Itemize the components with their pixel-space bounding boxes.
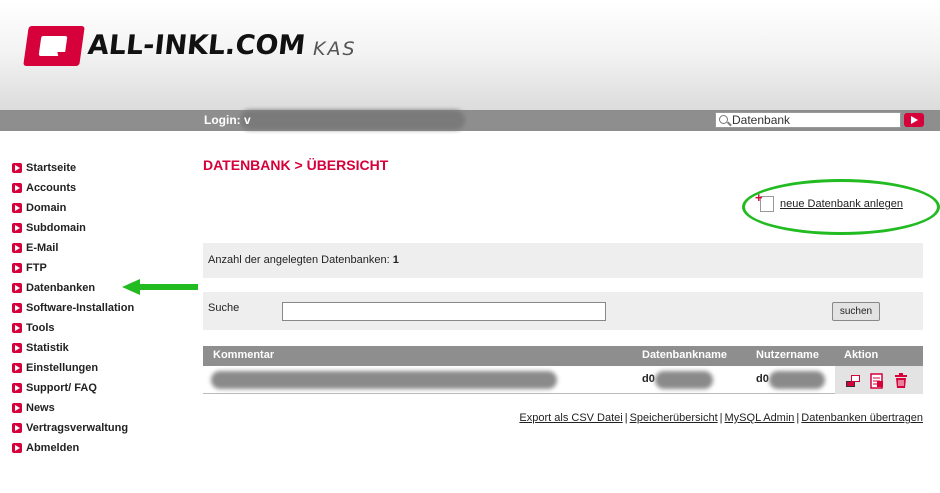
arrow-right-icon [12, 343, 22, 353]
phpmyadmin-icon[interactable] [845, 373, 861, 389]
column-header-aktion: Aktion [844, 349, 879, 361]
table-header: Kommentar Datenbankname Nutzername Aktio… [203, 346, 923, 366]
user-name: d0 [756, 373, 769, 385]
sidebar-item-abmelden[interactable]: Abmelden [12, 438, 192, 458]
arrow-right-icon [12, 443, 22, 453]
arrow-right-icon [12, 363, 22, 373]
sidebar-item-startseite[interactable]: Startseite [12, 158, 192, 178]
sidebar-item-label: Accounts [26, 182, 77, 194]
logo-text: ALL-INKL.COM [86, 30, 307, 61]
sidebar-item-label: Domain [26, 202, 67, 214]
database-count-label: Anzahl der angelegten Datenbanken: [208, 254, 390, 266]
database-count-panel: Anzahl der angelegten Datenbanken: 1 [203, 243, 923, 278]
mysql-admin-link[interactable]: MySQL Admin [725, 412, 795, 424]
sidebar-item-domain[interactable]: Domain [12, 198, 192, 218]
sidebar-item-label: Statistik [26, 342, 69, 354]
header: ALL-INKL.COM KAS [0, 0, 940, 110]
sidebar-item-label: Subdomain [26, 222, 86, 234]
sidebar-item-label: E-Mail [26, 242, 59, 254]
sidebar-item-support-faq[interactable]: Support/ FAQ [12, 378, 192, 398]
arrow-right-icon [12, 423, 22, 433]
annotation-arrow-icon [122, 279, 198, 295]
database-name-redacted [655, 371, 713, 389]
sidebar-item-label: Support/ FAQ [26, 382, 97, 394]
search-label: Suche [208, 302, 240, 314]
page-title: DATENBANK > ÜBERSICHT [203, 157, 389, 173]
table-row: d0 d0 [203, 366, 923, 394]
export-csv-link[interactable]: Export als CSV Datei [519, 412, 622, 424]
arrow-right-icon [12, 323, 22, 333]
arrow-right-icon [12, 403, 22, 413]
sidebar-item-label: FTP [26, 262, 47, 274]
sidebar-item-label: News [26, 402, 55, 414]
sidebar-item-accounts[interactable]: Accounts [12, 178, 192, 198]
sidebar-item-label: Datenbanken [26, 282, 96, 294]
arrow-right-icon [12, 183, 22, 193]
new-database-action[interactable]: neue Datenbank anlegen [755, 190, 903, 212]
new-database-link[interactable]: neue Datenbank anlegen [780, 198, 903, 210]
edit-document-icon[interactable] [869, 373, 885, 389]
sidebar-item-vertragsverwaltung[interactable]: Vertragsverwaltung [12, 418, 192, 438]
sidebar-item-label: Tools [26, 322, 55, 334]
database-table: Kommentar Datenbankname Nutzername Aktio… [203, 346, 923, 394]
sidebar-item-label: Abmelden [26, 442, 80, 454]
search-button[interactable]: suchen [832, 302, 880, 321]
arrow-right-icon [12, 223, 22, 233]
logo[interactable]: ALL-INKL.COM KAS [23, 26, 366, 70]
storage-overview-link[interactable]: Speicherübersicht [630, 412, 718, 424]
search-icon [719, 115, 728, 124]
sidebar-item-email[interactable]: E-Mail [12, 238, 192, 258]
user-name-redacted [769, 371, 825, 389]
sidebar-item-news[interactable]: News [12, 398, 192, 418]
logo-subtitle: KAS [313, 38, 357, 60]
top-bar: Login: v Datenbank [0, 110, 940, 131]
sidebar-item-label: Vertragsverwaltung [26, 422, 129, 434]
search-input[interactable] [282, 302, 606, 321]
database-count-value: 1 [392, 254, 399, 266]
arrow-right-icon [12, 303, 22, 313]
column-header-nutzername: Nutzername [756, 349, 819, 361]
sidebar-item-label: Einstellungen [26, 362, 99, 374]
arrow-right-icon [12, 243, 22, 253]
arrow-right-icon [12, 163, 22, 173]
database-name: d0 [642, 373, 655, 385]
arrow-right-icon [12, 203, 22, 213]
search-panel: Suche suchen [203, 292, 923, 330]
quick-search-input[interactable]: Datenbank [715, 112, 901, 128]
sidebar-item-tools[interactable]: Tools [12, 318, 192, 338]
login-label: Login: v [204, 113, 251, 127]
column-header-datenbankname: Datenbankname [642, 349, 727, 361]
comment-redacted [211, 371, 557, 389]
arrow-right-icon [12, 383, 22, 393]
login-redacted [240, 110, 465, 130]
arrow-right-icon [12, 263, 22, 273]
transfer-databases-link[interactable]: Datenbanken übertragen [801, 412, 923, 424]
column-header-kommentar: Kommentar [213, 349, 275, 361]
sidebar-item-label: Software-Installation [26, 302, 135, 314]
sidebar-item-einstellungen[interactable]: Einstellungen [12, 358, 192, 378]
sidebar-item-subdomain[interactable]: Subdomain [12, 218, 192, 238]
logo-mark-icon [23, 26, 85, 66]
sidebar-item-ftp[interactable]: FTP [12, 258, 192, 278]
sidebar-item-software-installation[interactable]: Software-Installation [12, 298, 192, 318]
sidebar-item-statistik[interactable]: Statistik [12, 338, 192, 358]
arrow-right-icon [12, 283, 22, 293]
quick-search-go-button[interactable] [904, 113, 924, 127]
new-document-icon [755, 190, 774, 212]
footer-links: Export als CSV Datei | Speicherübersicht | M… [519, 412, 923, 424]
sidebar-item-label: Startseite [26, 162, 77, 174]
quick-search-value: Datenbank [732, 113, 791, 127]
sidebar-nav: Startseite Accounts Domain Subdomain E-M… [12, 158, 192, 458]
trash-icon[interactable] [893, 373, 909, 389]
action-cell [835, 366, 923, 394]
